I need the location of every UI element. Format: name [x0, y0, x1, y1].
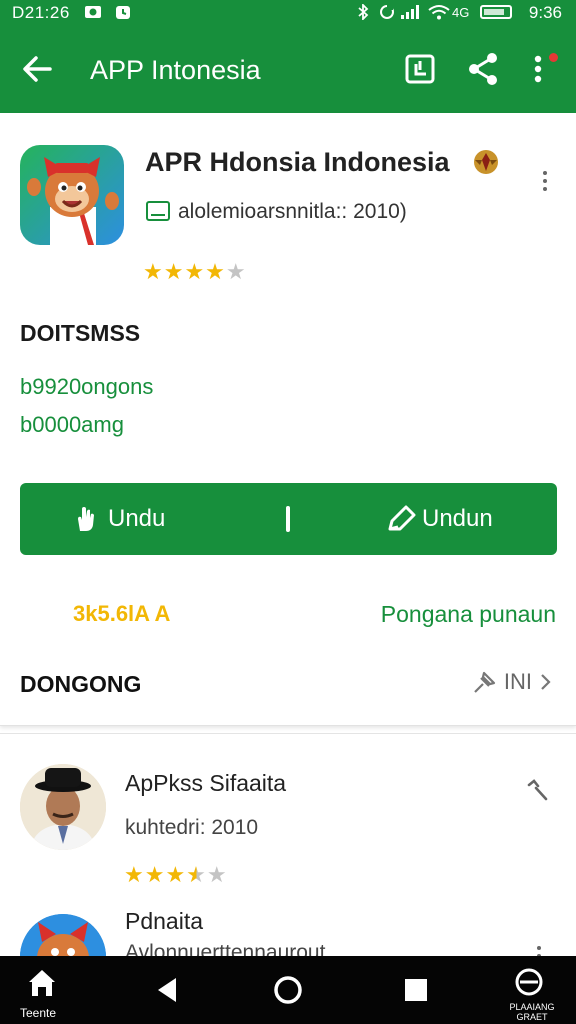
details-line-2: b0000amg: [20, 412, 124, 437]
install-left-part[interactable]: Undu: [72, 483, 165, 555]
app-more-icon[interactable]: [541, 169, 549, 193]
details-line-1: b9920ongons: [20, 374, 154, 399]
sync-icon: [380, 4, 394, 19]
status-bar: D21:26 4G 9:36: [0, 0, 576, 28]
hand-icon: [78, 507, 94, 531]
notification-dot: [549, 53, 558, 62]
status-time-right: 9:36: [528, 3, 562, 22]
top-bar: D21:26 4G 9:36 APP Intonesia: [0, 0, 576, 113]
install-right-part[interactable]: Undun: [386, 483, 493, 555]
details-heading: DOITSMSS: [20, 320, 141, 346]
profile-icon[interactable]: [512, 966, 546, 998]
wifi-icon: [428, 5, 450, 20]
mascot-icon: [27, 157, 119, 245]
list-item-2-title[interactable]: Pdnaita: [125, 908, 203, 935]
network-type: 4G: [452, 5, 470, 20]
back-nav-icon[interactable]: [148, 970, 188, 1010]
app-detail-card: APR Hdonsia Indonesia alolemioarsnnitla:…: [0, 113, 576, 726]
open-external-icon[interactable]: [402, 50, 438, 88]
back-arrow-icon[interactable]: [20, 52, 54, 86]
bluetooth-icon: [358, 4, 369, 20]
share-icon[interactable]: [465, 50, 501, 88]
developer-icon: [146, 201, 170, 221]
install-right-label: Undun: [422, 505, 493, 532]
section-row-label: DONGONG: [20, 671, 142, 697]
garuda-emblem-icon: [474, 150, 498, 174]
link-text[interactable]: Pongana punaun: [381, 601, 556, 628]
nav-right-label: PLAAIANG GRAET: [509, 1002, 555, 1022]
nav-home-label: Teente: [20, 1006, 57, 1020]
rating-stars: ★★★★★: [143, 259, 247, 284]
navigation-bar: Teente PLAAIANG GRAET: [0, 956, 576, 1024]
signal-icon: [401, 5, 419, 19]
avatar[interactable]: [20, 764, 106, 850]
section-row-action[interactable]: INI: [472, 669, 552, 695]
photo-icon: [85, 6, 101, 18]
more-vert-icon[interactable]: [528, 50, 548, 88]
edit-icon: [388, 505, 416, 531]
rating-inline-text: 3k5.6lA A: [73, 601, 171, 626]
install-button-separator: [286, 506, 290, 532]
chevron-right-icon: [541, 674, 551, 690]
install-button[interactable]: Undu Undun: [20, 483, 557, 555]
status-time-left: D21:26: [12, 3, 70, 22]
home-nav-icon[interactable]: [268, 970, 308, 1010]
list-item-subtitle: kuhtedri: 2010: [125, 816, 259, 839]
pin-icon: [474, 671, 495, 693]
app-title: APR Hdonsia Indonesia: [145, 147, 450, 177]
app-icon[interactable]: [20, 145, 124, 245]
related-list-card: ApPkss Sifaaita kuhtedri: 2010 ★★★★★ Pdn…: [0, 733, 576, 1000]
recents-nav-icon[interactable]: [396, 970, 436, 1010]
tool-icon[interactable]: [526, 778, 550, 802]
battery-icon: [480, 5, 512, 19]
alarm-icon: [116, 6, 130, 19]
section-row-right-text: INI: [503, 669, 532, 694]
app-bar-title: APP Intonesia: [90, 55, 261, 85]
install-left-label: Undu: [108, 505, 166, 532]
list-item-stars: ★★★★★: [124, 862, 228, 887]
home-icon[interactable]: [26, 966, 58, 1000]
developer-text[interactable]: alolemioarsnnitla:: 2010): [178, 200, 407, 224]
person-avatar-icon: [20, 764, 106, 850]
list-item-title[interactable]: ApPkss Sifaaita: [125, 770, 286, 797]
